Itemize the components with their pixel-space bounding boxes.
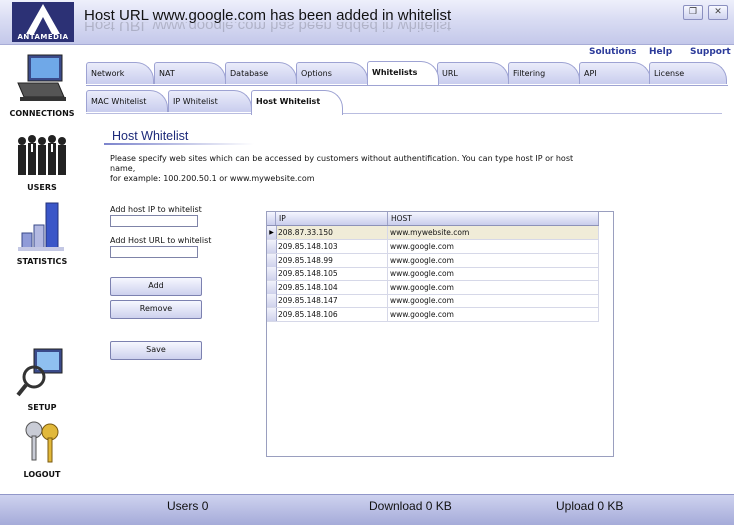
tab-whitelists[interactable]: Whitelists [367, 61, 439, 85]
users-label: Users [167, 499, 199, 513]
setup-magnifier-icon [16, 348, 63, 397]
cell-host: www.google.com [388, 254, 599, 267]
window-title-reflection: Host URL www.google.com has been added i… [84, 22, 452, 34]
solutions-link[interactable]: Solutions [589, 47, 637, 57]
cell-host: www.google.com [388, 281, 599, 294]
column-header-ip[interactable]: IP [276, 212, 388, 225]
users-status: Users 0 [167, 499, 208, 513]
row-header-corner [267, 212, 276, 225]
sidebar-item-label: SETUP [27, 403, 57, 412]
description-line-2: for example: 100.200.50.1 or www.mywebsi… [110, 174, 315, 183]
add-button[interactable]: Add [110, 277, 202, 296]
description-line-1: Please specify web sites which can be ac… [110, 154, 574, 173]
sidebar-item-label: STATISTICS [16, 257, 68, 266]
cell-host: www.google.com [388, 294, 599, 307]
tab-api[interactable]: API [579, 62, 651, 84]
restore-button[interactable]: ❐ [683, 5, 703, 20]
cell-ip: 209.85.148.106 [276, 308, 388, 321]
table-header: IP HOST [267, 212, 599, 226]
tab-ip-whitelist[interactable]: IP Whitelist [168, 90, 252, 112]
tab-host-whitelist[interactable]: Host Whitelist [251, 90, 343, 115]
page-title: Host Whitelist [112, 129, 189, 143]
table-row[interactable]: 209.85.148.103 www.google.com [267, 240, 599, 254]
bar-chart-icon [18, 202, 64, 251]
description: Please specify web sites which can be ac… [110, 154, 580, 184]
sidebar-item-statistics[interactable]: STATISTICS [0, 201, 84, 266]
tab-network[interactable]: Network [86, 62, 154, 84]
computer-icon [17, 54, 66, 101]
users-value: 0 [201, 499, 209, 513]
cell-ip: 209.85.148.104 [276, 281, 388, 294]
sidebar-item-label: CONNECTIONS [9, 109, 75, 118]
table-row[interactable]: 209.85.148.106 www.google.com [267, 308, 599, 322]
close-button[interactable]: ✕ [708, 5, 728, 20]
table-row[interactable]: ▶ 208.87.33.150 www.mywebsite.com [267, 226, 599, 240]
logo-text: ANTAMEDIA [17, 33, 69, 41]
host-url-input[interactable] [110, 246, 198, 258]
support-link[interactable]: Support [690, 47, 731, 57]
upload-label: Upload [556, 499, 595, 513]
tab-license[interactable]: License [649, 62, 727, 84]
sidebar-item-setup[interactable]: SETUP [0, 345, 84, 412]
sidebar-item-users[interactable]: USERS [0, 133, 84, 192]
host-whitelist-table[interactable]: IP HOST ▶ 208.87.33.150 www.mywebsite.co… [266, 211, 614, 457]
tab-database[interactable]: Database [225, 62, 297, 84]
download-label: Download [369, 499, 423, 513]
restore-icon: ❐ [688, 7, 698, 17]
tab-url[interactable]: URL [437, 62, 509, 84]
keys-icon [25, 421, 59, 463]
title-underline [104, 143, 254, 145]
help-link[interactable]: Help [649, 47, 672, 57]
tab-options[interactable]: Options [296, 62, 368, 84]
cell-host: www.google.com [388, 267, 599, 280]
column-header-host[interactable]: HOST [388, 212, 599, 225]
close-icon: ✕ [714, 7, 722, 17]
host-ip-label: Add host IP to whitelist [110, 205, 202, 214]
save-button[interactable]: Save [110, 341, 202, 360]
tab-nat[interactable]: NAT [154, 62, 226, 84]
host-url-label: Add Host URL to whitelist [110, 236, 212, 245]
tab-mac-whitelist[interactable]: MAC Whitelist [86, 90, 168, 112]
upload-value: 0 KB [597, 499, 624, 513]
sidebar-item-logout[interactable]: LOGOUT [0, 418, 84, 479]
table-row[interactable]: 209.85.148.99 www.google.com [267, 254, 599, 268]
remove-button[interactable]: Remove [110, 300, 202, 319]
table-row[interactable]: 209.85.148.105 www.google.com [267, 267, 599, 281]
cell-host: www.google.com [388, 308, 599, 321]
download-status: Download 0 KB [369, 499, 452, 513]
sidebar-item-label: USERS [27, 183, 57, 192]
sidebar-item-connections[interactable]: CONNECTIONS [0, 53, 84, 118]
tab-baseline [86, 85, 728, 86]
host-ip-input[interactable] [110, 215, 198, 227]
cell-ip: 208.87.33.150 [276, 226, 388, 239]
tab-filtering[interactable]: Filtering [508, 62, 580, 84]
cell-ip: 209.85.148.105 [276, 267, 388, 280]
title-bar: ANTAMEDIA Host URL www.google.com has be… [0, 0, 734, 45]
cell-ip: 209.85.148.103 [276, 240, 388, 253]
download-value: 0 KB [425, 499, 452, 513]
table-row[interactable]: 209.85.148.104 www.google.com [267, 281, 599, 295]
table-row[interactable]: 209.85.148.147 www.google.com [267, 294, 599, 308]
cell-host: www.google.com [388, 240, 599, 253]
upload-status: Upload 0 KB [556, 499, 623, 513]
users-icon [18, 135, 66, 175]
cell-ip: 209.85.148.99 [276, 254, 388, 267]
status-bar [0, 494, 734, 525]
sidebar: CONNECTIONS USERS STATISTICS SETUP LOGOU… [0, 45, 84, 494]
cell-ip: 209.85.148.147 [276, 294, 388, 307]
sidebar-item-label: LOGOUT [23, 470, 61, 479]
cell-host: www.mywebsite.com [388, 226, 599, 239]
